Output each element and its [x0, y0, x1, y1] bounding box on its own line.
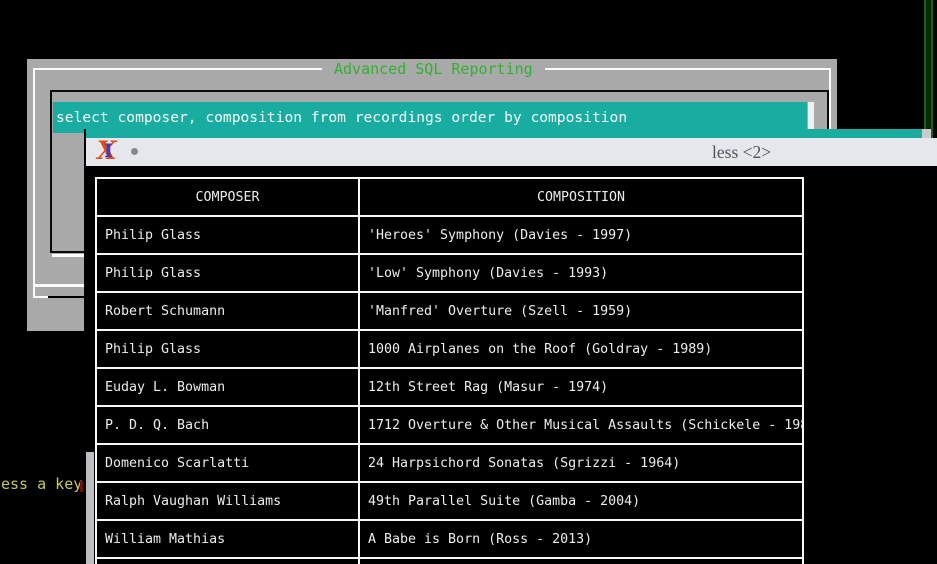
composer-cell: Domenico Scarlatti	[96, 444, 359, 482]
table-row: Euday L. Bowman12th Street Rag (Masur - …	[96, 368, 803, 406]
table-row-partial	[96, 558, 803, 564]
composition-cell: 24 Harpsichord Sonatas (Sgrizzi - 1964)	[359, 444, 803, 482]
recordings-table: COMPOSER COMPOSITION Philip Glass'Heroes…	[95, 177, 804, 564]
composer-cell: P. D. Q. Bach	[96, 406, 359, 444]
table-row: Philip Glass1000 Airplanes on the Roof (…	[96, 330, 803, 368]
press-key-hint: ess a key	[1, 477, 82, 492]
window-title: less <2>	[712, 138, 771, 166]
table-row: Philip Glass'Low' Symphony (Davies - 199…	[96, 254, 803, 292]
dialog-title: Advanced SQL Reporting	[322, 61, 545, 78]
composition-cell: 49th Parallel Suite (Gamba - 2004)	[359, 482, 803, 520]
composer-cell: Philip Glass	[96, 254, 359, 292]
terminal-cursor	[80, 481, 83, 492]
table-row: Robert Schumann'Manfred' Overture (Szell…	[96, 292, 803, 330]
composition-header: COMPOSITION	[359, 178, 803, 216]
composer-header: COMPOSER	[96, 178, 359, 216]
table-header-row: COMPOSER COMPOSITION	[96, 178, 803, 216]
composition-cell: 12th Street Rag (Masur - 1974)	[359, 368, 803, 406]
less-content: COMPOSER COMPOSITION Philip Glass'Heroes…	[86, 166, 937, 564]
composer-cell: William Mathias	[96, 520, 359, 558]
recordings-table-body: Philip Glass'Heroes' Symphony (Davies - …	[96, 216, 803, 564]
xterm-x-icon[interactable]: X I	[95, 138, 123, 166]
composition-cell: 'Heroes' Symphony (Davies - 1997)	[359, 216, 803, 254]
composer-cell: Ralph Vaughan Williams	[96, 482, 359, 520]
desktop: { "dialog": { "title": "Advanced SQL Rep…	[0, 0, 937, 564]
composition-cell: A Babe is Born (Ross - 2013)	[359, 520, 803, 558]
background-window-edge	[924, 0, 933, 138]
composition-cell: 1000 Airplanes on the Roof (Goldray - 19…	[359, 330, 803, 368]
table-row: P. D. Q. Bach1712 Overture & Other Music…	[96, 406, 803, 444]
less-window: X I less <2> COMPOSER COMPOSITION Philip…	[84, 129, 937, 564]
composition-cell: 1712 Overture & Other Musical Assaults (…	[359, 406, 803, 444]
composer-cell: Philip Glass	[96, 216, 359, 254]
table-row: Domenico Scarlatti24 Harpsichord Sonatas…	[96, 444, 803, 482]
table-row: Philip Glass'Heroes' Symphony (Davies - …	[96, 216, 803, 254]
window-top-border-end	[922, 129, 931, 138]
composition-cell: 'Manfred' Overture (Szell - 1959)	[359, 292, 803, 330]
composer-cell	[96, 558, 359, 564]
less-titlebar[interactable]: X I less <2>	[86, 138, 937, 166]
window-menu-dot	[131, 148, 138, 155]
scrollbar-thumb[interactable]	[86, 452, 94, 564]
table-row: William MathiasA Babe is Born (Ross - 20…	[96, 520, 803, 558]
composition-cell: 'Low' Symphony (Davies - 1993)	[359, 254, 803, 292]
composer-cell: Philip Glass	[96, 330, 359, 368]
window-top-border	[86, 129, 922, 138]
icon-i-glyph: I	[104, 141, 113, 162]
table-row: Ralph Vaughan Williams49th Parallel Suit…	[96, 482, 803, 520]
composer-cell: Robert Schumann	[96, 292, 359, 330]
composer-cell: Euday L. Bowman	[96, 368, 359, 406]
composition-cell	[359, 558, 803, 564]
